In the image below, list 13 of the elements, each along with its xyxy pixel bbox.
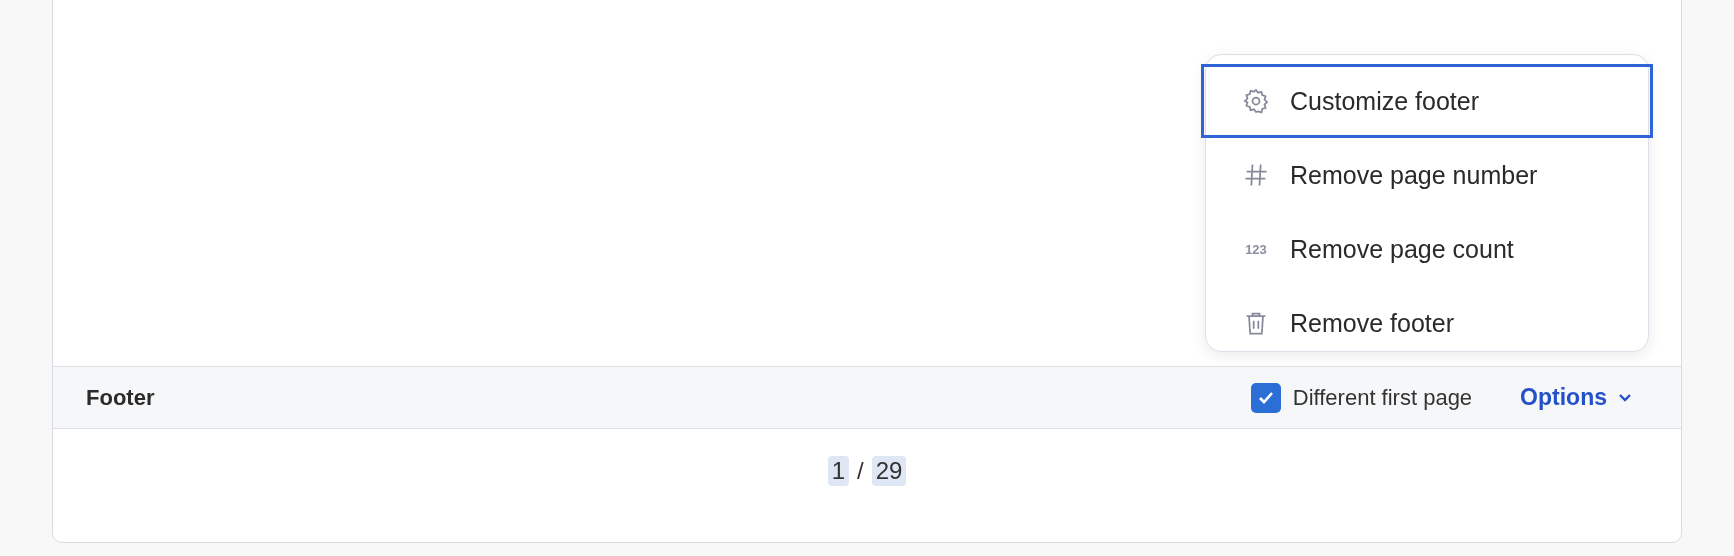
checkbox-label: Different first page: [1292, 384, 1473, 411]
menu-item[interactable]: 123 Remove page count: [1201, 212, 1653, 286]
gear-icon: [1242, 87, 1270, 115]
current-page: 1: [827, 456, 849, 486]
menu-item[interactable]: Remove footer: [1201, 286, 1653, 360]
digits-icon: 123: [1242, 241, 1270, 257]
menu-item[interactable]: Remove page number: [1201, 138, 1653, 212]
footer-title: Footer: [86, 384, 156, 411]
page-total: 29: [871, 456, 907, 486]
checkbox[interactable]: [1250, 382, 1281, 413]
options-button[interactable]: Options: [1520, 384, 1633, 411]
menu-item[interactable]: Customize footer: [1201, 64, 1653, 138]
separator: /: [857, 457, 864, 485]
